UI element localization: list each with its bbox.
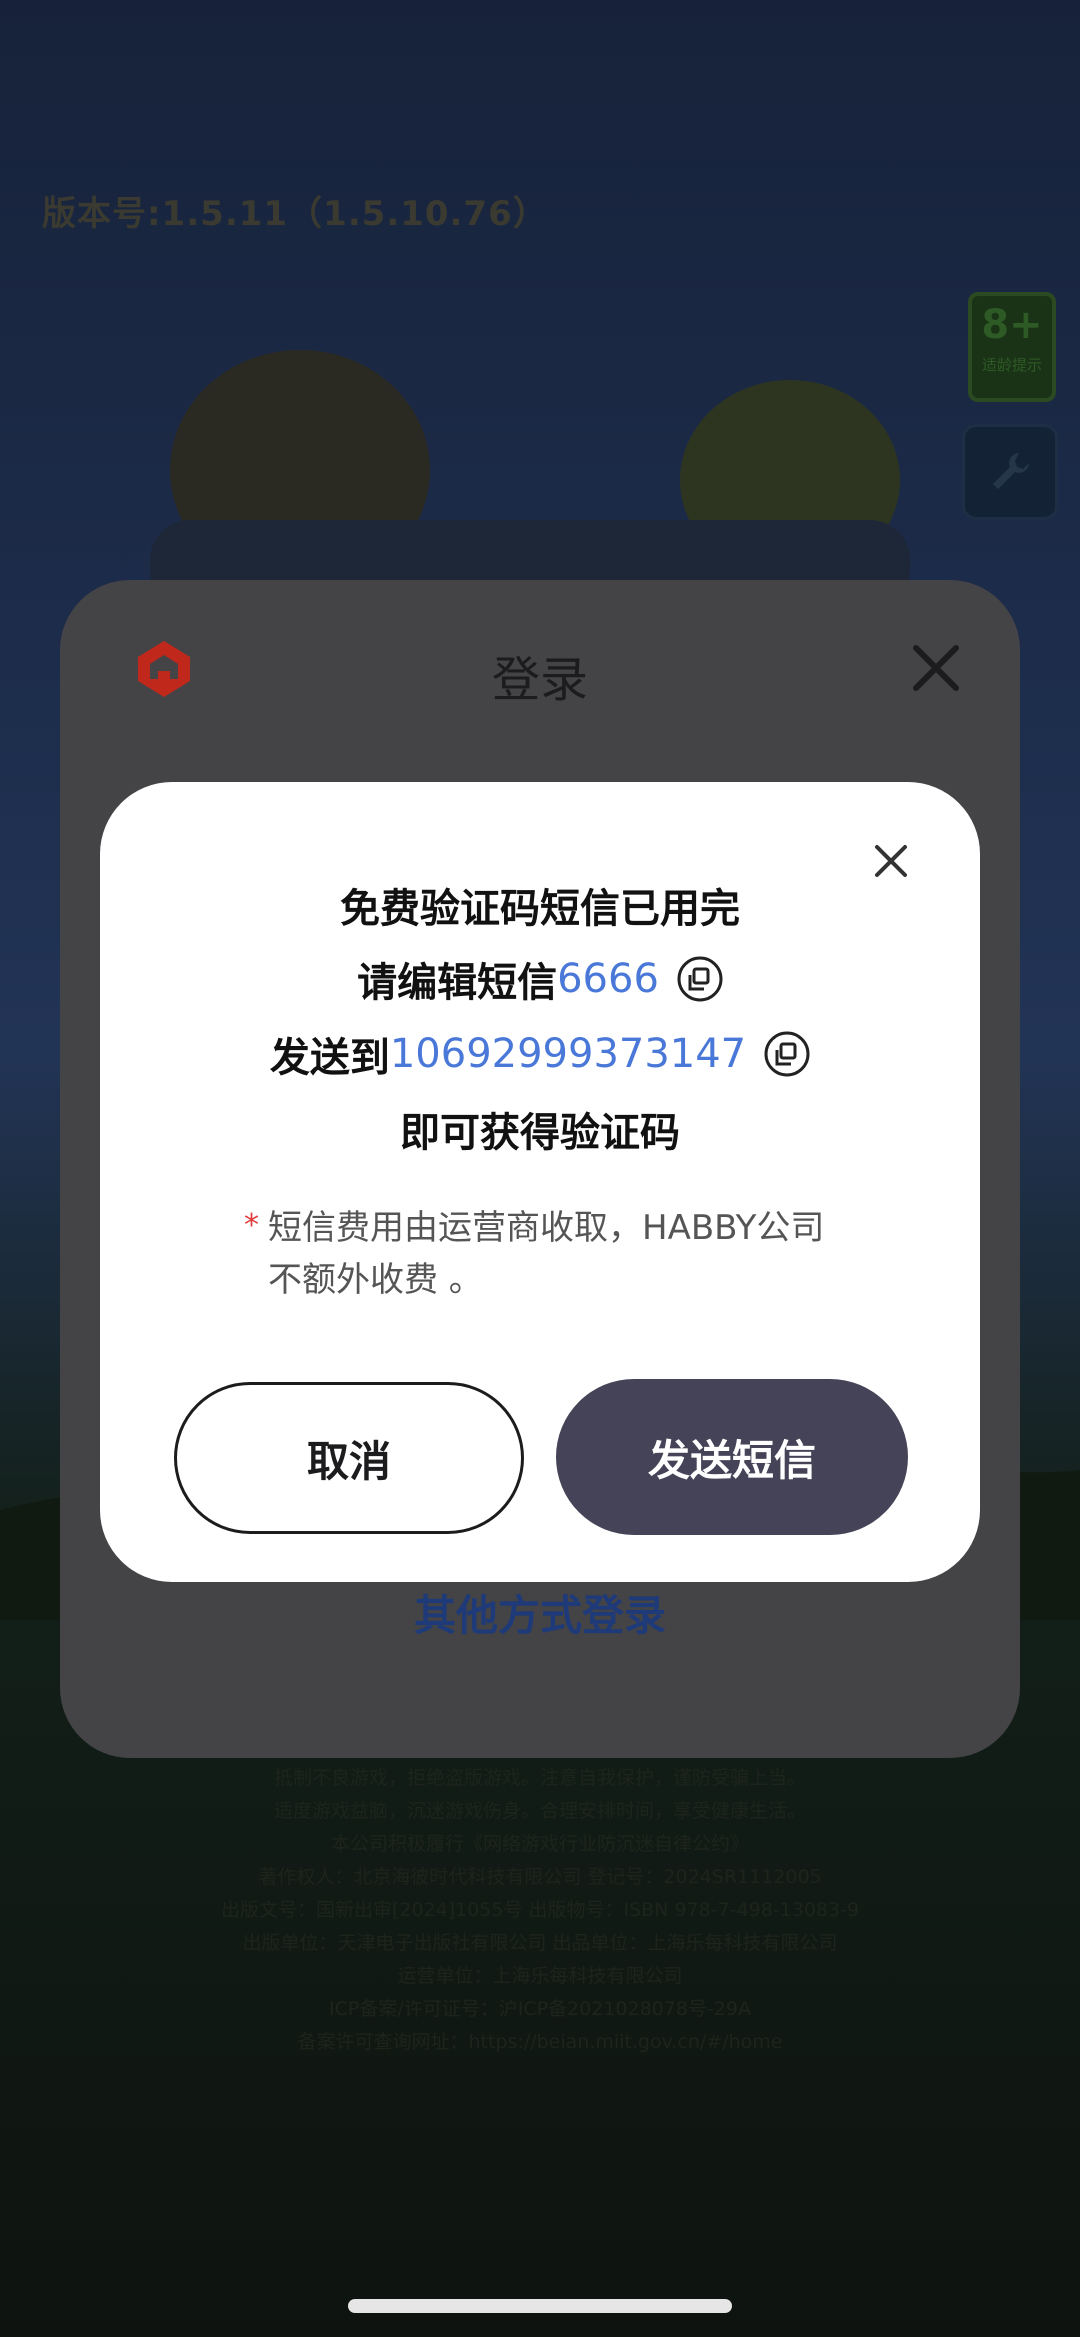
sms-quota-dialog: 免费验证码短信已用完 请编辑短信 6666 发送到 10692999373147 即… bbox=[100, 782, 980, 1582]
legal-notice: 抵制不良游戏，拒绝盗版游戏。注意自我保护，谨防受骗上当。 适度游戏益脑，沉迷游戏… bbox=[150, 1762, 930, 2059]
screen: 版本号:1.5.11（1.5.10.76） 8+ 适龄提示 抵制不良游戏，拒绝盗… bbox=[0, 0, 1080, 2337]
close-icon bbox=[913, 645, 959, 691]
fee-note: * 短信费用由运营商收取，HABBY公司不额外收费 。 bbox=[244, 1202, 848, 1306]
legal-line: 出版单位：天津电子出版社有限公司 出品单位：上海乐每科技有限公司 bbox=[242, 1932, 838, 1954]
close-icon bbox=[875, 845, 907, 877]
login-title: 登录 bbox=[491, 652, 588, 708]
send-sms-button[interactable]: 发送短信 bbox=[556, 1379, 908, 1535]
legal-line: 出版文号：国新出审[2024]1055号 出版物号：ISBN 978-7-498… bbox=[220, 1899, 860, 1921]
legal-line: 著作权人：北京海彼时代科技有限公司 登记号：2024SR1112005 bbox=[258, 1866, 822, 1888]
dialog-message-line2: 请编辑短信 6666 bbox=[100, 950, 980, 1008]
legal-line: 本公司积极履行《网络游戏行业防沉迷自律公约》 bbox=[330, 1833, 749, 1855]
age-rating-value: 8+ bbox=[981, 302, 1043, 348]
legal-line: 抵制不良游戏，拒绝盗版游戏。注意自我保护，谨防受骗上当。 bbox=[273, 1767, 806, 1789]
age-rating-caption: 适龄提示 bbox=[981, 356, 1042, 374]
repair-tool-button[interactable] bbox=[962, 424, 1058, 520]
sms-number-value: 10692999373147 bbox=[389, 1031, 747, 1077]
dialog-message-line1: 免费验证码短信已用完 bbox=[100, 876, 980, 934]
edit-sms-label: 请编辑短信 bbox=[357, 960, 558, 1006]
legal-line: 备案许可查询网址：https://beian.miit.gov.cn/#/hom… bbox=[297, 2031, 783, 2053]
send-to-label: 发送到 bbox=[269, 1035, 390, 1081]
cancel-button[interactable]: 取消 bbox=[174, 1382, 524, 1534]
quota-exhausted-text: 免费验证码短信已用完 bbox=[340, 886, 740, 932]
sms-code-value: 6666 bbox=[557, 956, 659, 1002]
copy-icon[interactable] bbox=[677, 956, 723, 1002]
wrench-icon bbox=[993, 453, 1029, 489]
other-login-methods-link[interactable]: 其他方式登录 bbox=[60, 1582, 1020, 1643]
age-rating-badge[interactable]: 8+ 适龄提示 bbox=[968, 292, 1056, 402]
legal-line: 适度游戏益脑，沉迷游戏伤身。合理安排时间，享受健康生活。 bbox=[273, 1800, 806, 1822]
dialog-message-line4: 即可获得验证码 bbox=[100, 1100, 980, 1158]
fee-note-text: 短信费用由运营商收取，HABBY公司不额外收费 。 bbox=[268, 1208, 825, 1300]
version-label: 版本号:1.5.11（1.5.10.76） bbox=[42, 194, 548, 234]
legal-line: ICP备案/许可证号：沪ICP备2021028078号-29A bbox=[329, 1998, 751, 2020]
copy-icon[interactable] bbox=[764, 1031, 810, 1077]
home-indicator[interactable] bbox=[348, 2299, 732, 2313]
legal-line: 运营单位：上海乐每科技有限公司 bbox=[397, 1965, 683, 1987]
note-asterisk: * bbox=[244, 1208, 259, 1243]
dialog-message-line3: 发送到 10692999373147 bbox=[100, 1025, 980, 1083]
get-code-text: 即可获得验证码 bbox=[400, 1110, 680, 1156]
login-close-button[interactable] bbox=[904, 636, 968, 700]
